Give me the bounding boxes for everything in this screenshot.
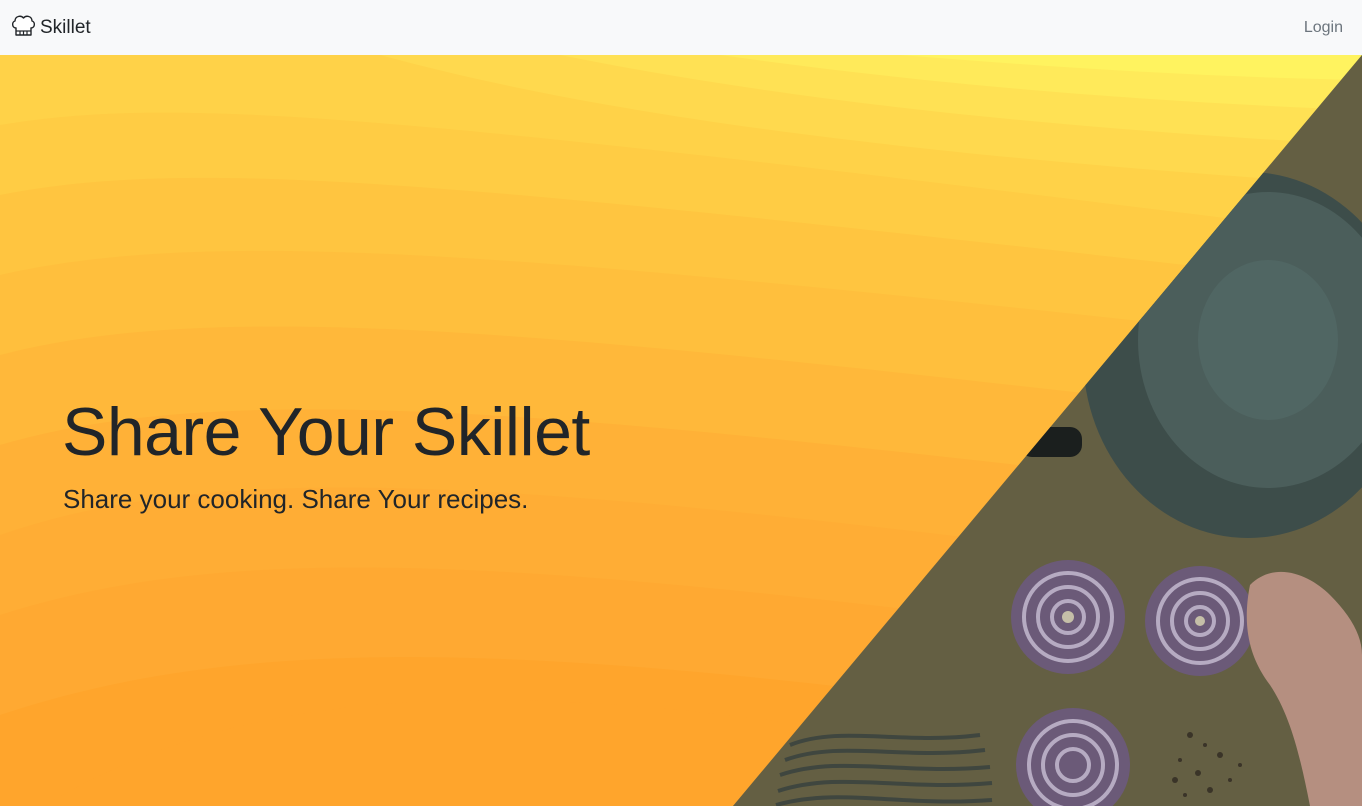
brand-label: Skillet xyxy=(40,16,91,38)
hero-subtitle: Share your cooking. Share Your recipes. xyxy=(63,484,529,514)
hero-title: Share Your Skillet xyxy=(62,394,590,470)
login-link[interactable]: Login xyxy=(1304,19,1343,37)
chef-hat-icon xyxy=(11,13,36,37)
hero-content: Share Your Skillet Share your cooking. S… xyxy=(62,392,590,517)
brand-link[interactable]: Skillet xyxy=(11,15,91,39)
top-navbar: Skillet Login xyxy=(0,0,1362,55)
hero-section: Share Your Skillet Share your cooking. S… xyxy=(0,55,1362,806)
